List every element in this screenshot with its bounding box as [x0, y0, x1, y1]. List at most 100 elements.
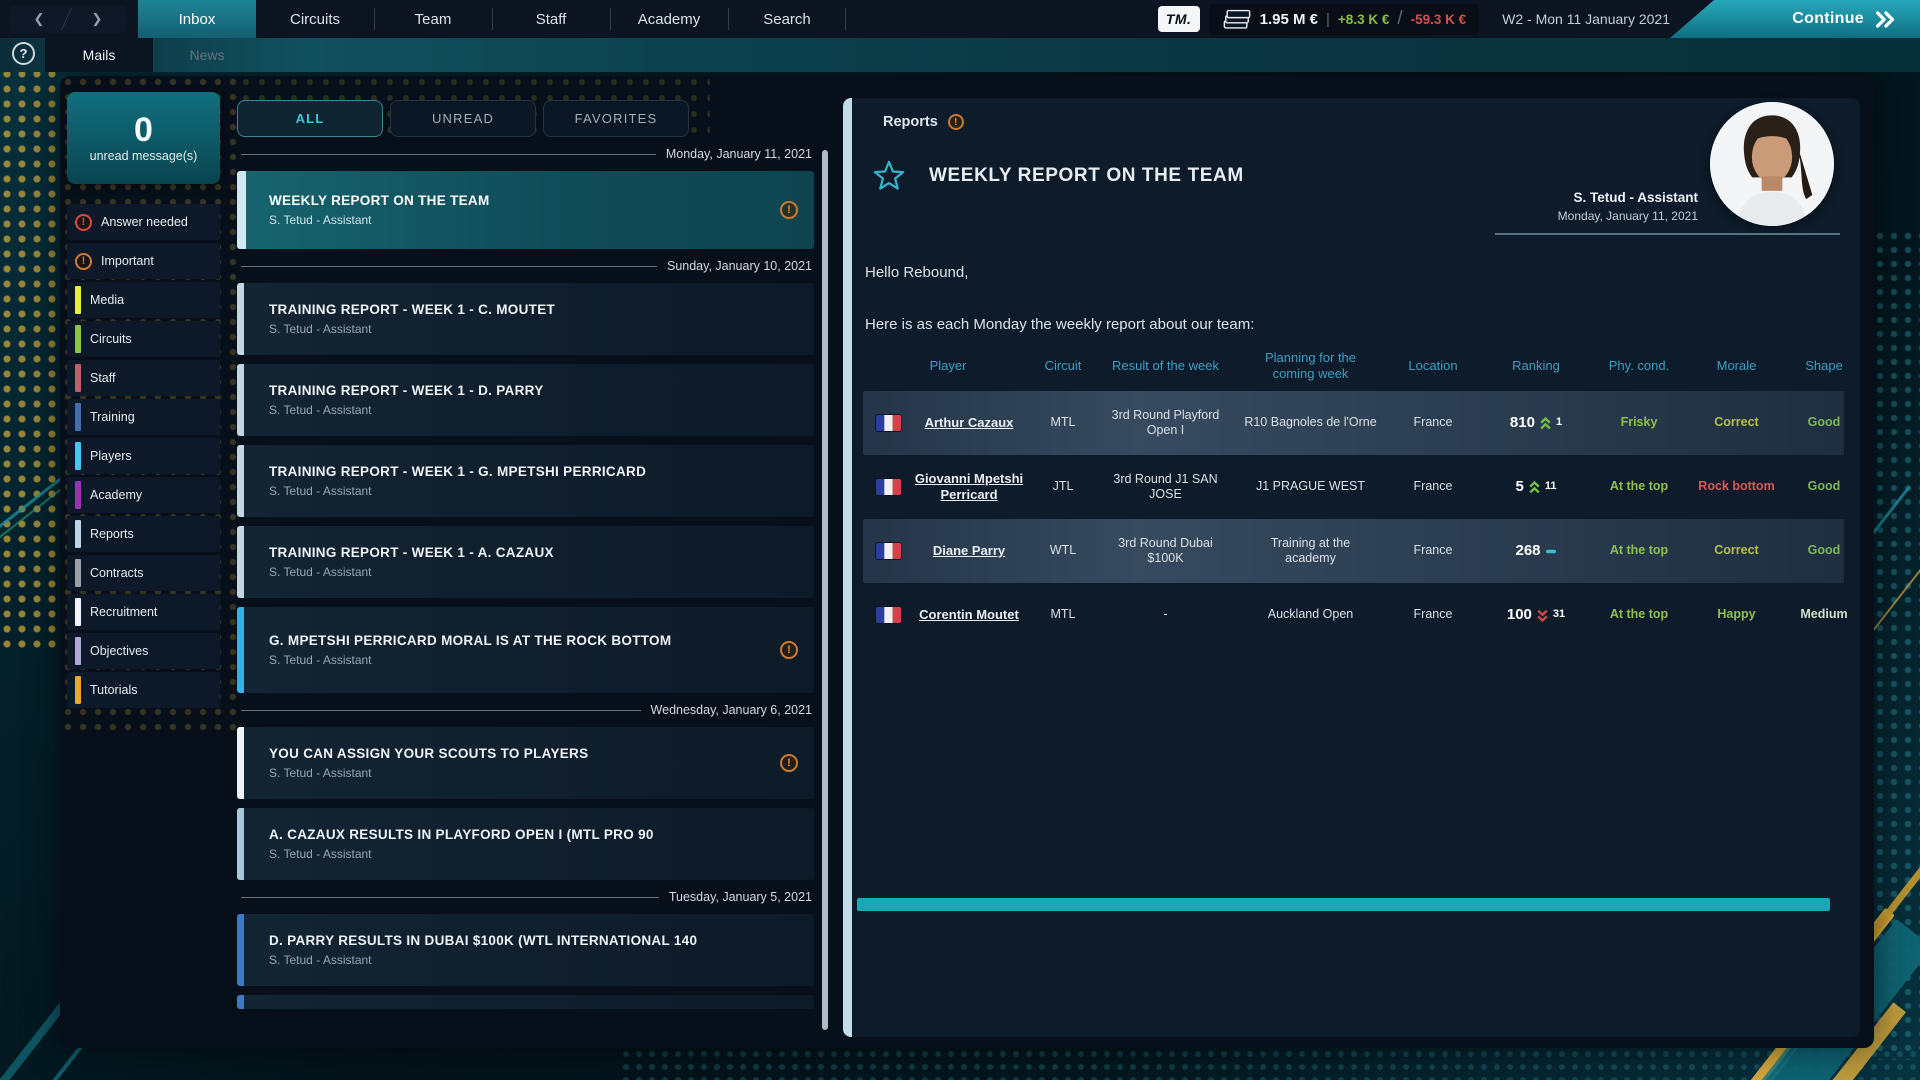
sidebar-item-label: Circuits	[90, 332, 132, 346]
sidebar-item-circuits[interactable]: Circuits	[67, 321, 220, 357]
mail-item-partial[interactable]	[237, 995, 814, 1009]
signature-divider-bar	[857, 898, 1830, 911]
mail-item-body: WEEKLY REPORT ON THE TEAMS. Tetud - Assi…	[237, 193, 536, 227]
player-report-row: Diane ParryWTL3rd Round Dubai $100KTrain…	[863, 519, 1844, 583]
mail-item-sender: S. Tetud - Assistant	[269, 953, 697, 967]
cell-planning: Training at the academy	[1238, 532, 1383, 571]
column-header-player: Player	[863, 358, 1033, 374]
report-title: WEEKLY REPORT ON THE TEAM	[929, 165, 1244, 187]
sidebar-item-media[interactable]: Media	[67, 282, 220, 318]
mail-item[interactable]: TRAINING REPORT - WEEK 1 - C. MOUTET S. T…	[237, 283, 814, 355]
main-nav: InboxCircuitsTeamStaffAcademySearch	[138, 0, 846, 38]
mail-tab-all[interactable]: ALL	[237, 100, 383, 137]
mail-item-sender: S. Tetud - Assistant	[269, 565, 554, 579]
divider-line	[241, 154, 656, 155]
category-color-bar	[75, 481, 81, 509]
mail-list-panel: ALLUNREADFAVORITES Monday, January 11, 2…	[233, 88, 818, 1045]
weekly-gain: +8.3 K €	[1338, 12, 1389, 27]
category-color-bar	[75, 559, 81, 587]
mail-color-bar	[237, 526, 244, 598]
cell-location: France	[1383, 603, 1483, 627]
answer-needed-alert-icon: !	[75, 214, 92, 231]
category-color-bar	[75, 676, 81, 704]
mail-item[interactable]: TRAINING REPORT - WEEK 1 - G. MPETSHI PE…	[237, 445, 814, 517]
mail-item-body: TRAINING REPORT - WEEK 1 - C. MOUTET S. T…	[237, 302, 601, 336]
sender-avatar	[1710, 102, 1834, 226]
sidebar-item-training[interactable]: Training	[67, 399, 220, 435]
teal-dot-pattern	[620, 1048, 1920, 1080]
sidebar-item-reports[interactable]: Reports	[67, 516, 220, 552]
cell-location: France	[1383, 539, 1483, 563]
category-color-bar	[75, 598, 81, 626]
nav-tab-staff[interactable]: Staff	[492, 0, 610, 38]
continue-button[interactable]: Continue	[1670, 0, 1920, 38]
player-name-link[interactable]: Corentin Moutet	[911, 607, 1027, 623]
column-header-ranking: Ranking	[1483, 358, 1589, 374]
mail-item-title: A. CAZAUX RESULTS IN PLAYFORD OPEN I (MT…	[269, 827, 654, 842]
sidebar-item-answer-needed[interactable]: !Answer needed	[67, 204, 220, 240]
player-name-link[interactable]: Arthur Cazaux	[911, 415, 1027, 431]
ranking-value: 268	[1515, 542, 1540, 561]
mail-item[interactable]: YOU CAN ASSIGN YOUR SCOUTS TO PLAYERSS. …	[237, 727, 814, 799]
mail-tab-favorites[interactable]: FAVORITES	[543, 100, 689, 137]
tm-logo: TM.	[1158, 6, 1200, 32]
sidebar-item-players[interactable]: Players	[67, 438, 220, 474]
cell-ranking: 8101	[1483, 410, 1589, 437]
report-intro: Here is as each Monday the weekly report…	[865, 316, 1254, 333]
tab-mails[interactable]: Mails	[45, 38, 153, 72]
player-name-link[interactable]: Giovanni Mpetshi Perricard	[911, 471, 1027, 504]
nav-tab-inbox[interactable]: Inbox	[138, 0, 256, 38]
player-name-link[interactable]: Diane Parry	[911, 543, 1027, 559]
sidebar-item-recruitment[interactable]: Recruitment	[67, 594, 220, 630]
mail-tab-unread[interactable]: UNREAD	[390, 100, 536, 137]
france-flag-icon	[875, 606, 902, 624]
sidebar-item-contracts[interactable]: Contracts	[67, 555, 220, 591]
cell-circuit: MTL	[1033, 411, 1093, 435]
report-reading-panel: Reports ! WEEKLY REPORT ON THE TEAM S. T…	[843, 98, 1860, 1037]
mail-item[interactable]: D. PARRY RESULTS IN DUBAI $100K (WTL INT…	[237, 914, 814, 986]
tab-news[interactable]: News	[153, 38, 261, 72]
gain-loss-divider: /	[1397, 8, 1402, 30]
game-date: W2 - Mon 11 January 2021	[1502, 11, 1670, 27]
nav-tab-team[interactable]: Team	[374, 0, 492, 38]
nav-tab-academy[interactable]: Academy	[610, 0, 728, 38]
mail-item[interactable]: A. CAZAUX RESULTS IN PLAYFORD OPEN I (MT…	[237, 808, 814, 880]
mail-color-bar	[237, 283, 244, 355]
mail-item-title: TRAINING REPORT - WEEK 1 - G. MPETSHI PE…	[269, 464, 646, 479]
sidebar-item-objectives[interactable]: Objectives	[67, 633, 220, 669]
cell-location: France	[1383, 411, 1483, 435]
nav-tab-circuits[interactable]: Circuits	[256, 0, 374, 38]
team-report-table: PlayerCircuitResult of the weekPlanning …	[863, 350, 1844, 647]
sidebar-item-label: Players	[90, 449, 132, 463]
mail-item[interactable]: TRAINING REPORT - WEEK 1 - A. CAZAUXS. T…	[237, 526, 814, 598]
sidebar-item-tutorials[interactable]: Tutorials	[67, 672, 220, 708]
mail-item-sender: S. Tetud - Assistant	[269, 403, 544, 417]
mail-item-title: YOU CAN ASSIGN YOUR SCOUTS TO PLAYERS	[269, 746, 588, 761]
nav-tab-search[interactable]: Search	[728, 0, 846, 38]
back-button[interactable]: ❮	[14, 11, 64, 27]
cell-result: -	[1093, 603, 1238, 627]
help-icon[interactable]: ?	[12, 42, 35, 65]
ranking-delta: 31	[1553, 608, 1565, 622]
mail-item-sender: S. Tetud - Assistant	[269, 322, 555, 336]
cell-circuit: MTL	[1033, 603, 1093, 627]
mail-item-title: TRAINING REPORT - WEEK 1 - C. MOUTET	[269, 302, 555, 317]
top-navigation-bar: ❮ ❯ InboxCircuitsTeamStaffAcademySearch …	[0, 0, 1920, 38]
sidebar-item-staff[interactable]: Staff	[67, 360, 220, 396]
mail-color-bar	[237, 364, 244, 436]
mail-list-scrollbar[interactable]	[822, 150, 828, 1030]
mail-item[interactable]: WEEKLY REPORT ON THE TEAMS. Tetud - Assi…	[237, 171, 814, 249]
ranking-delta: 1	[1556, 416, 1562, 430]
favorite-star-icon[interactable]	[871, 158, 907, 194]
forward-button[interactable]: ❯	[72, 11, 122, 27]
alert-icon: !	[780, 641, 798, 659]
sidebar-item-label: Academy	[90, 488, 142, 502]
sidebar-item-academy[interactable]: Academy	[67, 477, 220, 513]
sidebar-item-important[interactable]: !Important	[67, 243, 220, 279]
france-flag-icon	[875, 478, 902, 496]
player-cell: Corentin Moutet	[863, 602, 1033, 628]
ranking-delta: 11	[1545, 480, 1557, 494]
mail-item[interactable]: G. MPETSHI PERRICARD MORAL IS AT THE ROC…	[237, 607, 814, 693]
mail-item[interactable]: TRAINING REPORT - WEEK 1 - D. PARRYS. Te…	[237, 364, 814, 436]
mail-item-body: TRAINING REPORT - WEEK 1 - D. PARRYS. Te…	[237, 383, 590, 417]
